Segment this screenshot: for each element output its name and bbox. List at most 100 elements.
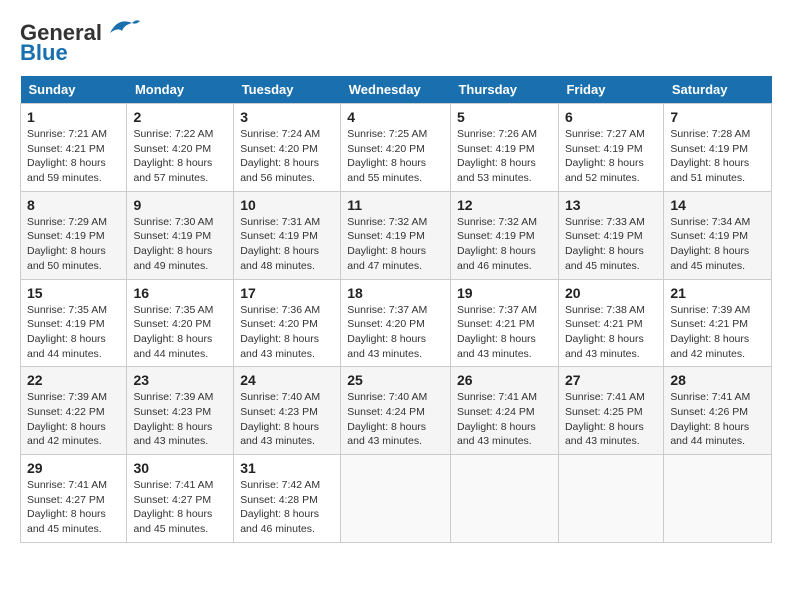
day-number: 25 (347, 372, 444, 388)
day-info: Sunrise: 7:40 AM Sunset: 4:24 PM Dayligh… (347, 390, 444, 449)
day-number: 9 (133, 197, 227, 213)
day-info: Sunrise: 7:41 AM Sunset: 4:26 PM Dayligh… (670, 390, 765, 449)
sunset-label: Sunset: 4:21 PM (457, 318, 535, 330)
calendar-cell: 23 Sunrise: 7:39 AM Sunset: 4:23 PM Dayl… (127, 367, 234, 455)
day-number: 22 (27, 372, 120, 388)
sunrise-label: Sunrise: 7:35 AM (133, 304, 213, 316)
day-info: Sunrise: 7:29 AM Sunset: 4:19 PM Dayligh… (27, 215, 120, 274)
calendar-cell: 1 Sunrise: 7:21 AM Sunset: 4:21 PM Dayli… (21, 104, 127, 192)
day-info: Sunrise: 7:37 AM Sunset: 4:20 PM Dayligh… (347, 303, 444, 362)
sunrise-label: Sunrise: 7:29 AM (27, 216, 107, 228)
daylight-label: Daylight: 8 hours and 52 minutes. (565, 157, 644, 184)
calendar-cell: 6 Sunrise: 7:27 AM Sunset: 4:19 PM Dayli… (558, 104, 663, 192)
calendar-cell: 24 Sunrise: 7:40 AM Sunset: 4:23 PM Dayl… (234, 367, 341, 455)
calendar-cell: 22 Sunrise: 7:39 AM Sunset: 4:22 PM Dayl… (21, 367, 127, 455)
sunset-label: Sunset: 4:20 PM (240, 143, 318, 155)
sunrise-label: Sunrise: 7:35 AM (27, 304, 107, 316)
day-info: Sunrise: 7:37 AM Sunset: 4:21 PM Dayligh… (457, 303, 552, 362)
daylight-label: Daylight: 8 hours and 47 minutes. (347, 245, 426, 272)
calendar-cell: 18 Sunrise: 7:37 AM Sunset: 4:20 PM Dayl… (341, 279, 451, 367)
calendar-cell: 2 Sunrise: 7:22 AM Sunset: 4:20 PM Dayli… (127, 104, 234, 192)
calendar-cell: 7 Sunrise: 7:28 AM Sunset: 4:19 PM Dayli… (664, 104, 772, 192)
day-number: 11 (347, 197, 444, 213)
sunset-label: Sunset: 4:26 PM (670, 406, 748, 418)
day-info: Sunrise: 7:39 AM Sunset: 4:23 PM Dayligh… (133, 390, 227, 449)
sunset-label: Sunset: 4:19 PM (565, 143, 643, 155)
sunrise-label: Sunrise: 7:42 AM (240, 479, 320, 491)
calendar-cell: 5 Sunrise: 7:26 AM Sunset: 4:19 PM Dayli… (450, 104, 558, 192)
day-number: 3 (240, 109, 334, 125)
day-info: Sunrise: 7:32 AM Sunset: 4:19 PM Dayligh… (347, 215, 444, 274)
day-number: 17 (240, 285, 334, 301)
day-number: 26 (457, 372, 552, 388)
calendar-cell: 29 Sunrise: 7:41 AM Sunset: 4:27 PM Dayl… (21, 455, 127, 543)
sunrise-label: Sunrise: 7:40 AM (240, 391, 320, 403)
sunrise-label: Sunrise: 7:24 AM (240, 128, 320, 140)
sunset-label: Sunset: 4:20 PM (240, 318, 318, 330)
calendar-cell (341, 455, 451, 543)
sunset-label: Sunset: 4:21 PM (565, 318, 643, 330)
calendar-cell: 12 Sunrise: 7:32 AM Sunset: 4:19 PM Dayl… (450, 191, 558, 279)
sunset-label: Sunset: 4:27 PM (27, 494, 105, 506)
day-info: Sunrise: 7:33 AM Sunset: 4:19 PM Dayligh… (565, 215, 657, 274)
calendar-cell: 16 Sunrise: 7:35 AM Sunset: 4:20 PM Dayl… (127, 279, 234, 367)
sunrise-label: Sunrise: 7:39 AM (670, 304, 750, 316)
day-number: 16 (133, 285, 227, 301)
calendar-cell: 28 Sunrise: 7:41 AM Sunset: 4:26 PM Dayl… (664, 367, 772, 455)
day-number: 31 (240, 460, 334, 476)
day-number: 8 (27, 197, 120, 213)
sunrise-label: Sunrise: 7:22 AM (133, 128, 213, 140)
sunrise-label: Sunrise: 7:28 AM (670, 128, 750, 140)
daylight-label: Daylight: 8 hours and 42 minutes. (670, 333, 749, 360)
sunrise-label: Sunrise: 7:32 AM (347, 216, 427, 228)
daylight-label: Daylight: 8 hours and 42 minutes. (27, 421, 106, 448)
day-number: 5 (457, 109, 552, 125)
day-number: 14 (670, 197, 765, 213)
sunset-label: Sunset: 4:19 PM (670, 230, 748, 242)
column-header-monday: Monday (127, 76, 234, 104)
calendar-cell (664, 455, 772, 543)
day-number: 15 (27, 285, 120, 301)
sunrise-label: Sunrise: 7:21 AM (27, 128, 107, 140)
column-header-tuesday: Tuesday (234, 76, 341, 104)
sunset-label: Sunset: 4:19 PM (457, 143, 535, 155)
sunset-label: Sunset: 4:23 PM (133, 406, 211, 418)
day-info: Sunrise: 7:26 AM Sunset: 4:19 PM Dayligh… (457, 127, 552, 186)
calendar-cell: 21 Sunrise: 7:39 AM Sunset: 4:21 PM Dayl… (664, 279, 772, 367)
day-info: Sunrise: 7:32 AM Sunset: 4:19 PM Dayligh… (457, 215, 552, 274)
sunset-label: Sunset: 4:21 PM (27, 143, 105, 155)
daylight-label: Daylight: 8 hours and 45 minutes. (565, 245, 644, 272)
day-info: Sunrise: 7:41 AM Sunset: 4:24 PM Dayligh… (457, 390, 552, 449)
day-number: 4 (347, 109, 444, 125)
sunset-label: Sunset: 4:19 PM (133, 230, 211, 242)
sunset-label: Sunset: 4:20 PM (133, 318, 211, 330)
calendar-cell: 4 Sunrise: 7:25 AM Sunset: 4:20 PM Dayli… (341, 104, 451, 192)
sunset-label: Sunset: 4:20 PM (347, 318, 425, 330)
day-info: Sunrise: 7:31 AM Sunset: 4:19 PM Dayligh… (240, 215, 334, 274)
sunset-label: Sunset: 4:25 PM (565, 406, 643, 418)
day-number: 24 (240, 372, 334, 388)
day-info: Sunrise: 7:41 AM Sunset: 4:27 PM Dayligh… (27, 478, 120, 537)
column-header-wednesday: Wednesday (341, 76, 451, 104)
day-info: Sunrise: 7:38 AM Sunset: 4:21 PM Dayligh… (565, 303, 657, 362)
daylight-label: Daylight: 8 hours and 50 minutes. (27, 245, 106, 272)
sunrise-label: Sunrise: 7:40 AM (347, 391, 427, 403)
sunset-label: Sunset: 4:20 PM (133, 143, 211, 155)
sunrise-label: Sunrise: 7:33 AM (565, 216, 645, 228)
day-number: 6 (565, 109, 657, 125)
day-number: 20 (565, 285, 657, 301)
sunrise-label: Sunrise: 7:32 AM (457, 216, 537, 228)
sunset-label: Sunset: 4:21 PM (670, 318, 748, 330)
sunset-label: Sunset: 4:28 PM (240, 494, 318, 506)
day-info: Sunrise: 7:42 AM Sunset: 4:28 PM Dayligh… (240, 478, 334, 537)
daylight-label: Daylight: 8 hours and 46 minutes. (457, 245, 536, 272)
daylight-label: Daylight: 8 hours and 44 minutes. (133, 333, 212, 360)
day-number: 18 (347, 285, 444, 301)
sunset-label: Sunset: 4:19 PM (240, 230, 318, 242)
sunset-label: Sunset: 4:22 PM (27, 406, 105, 418)
sunrise-label: Sunrise: 7:27 AM (565, 128, 645, 140)
sunset-label: Sunset: 4:19 PM (27, 230, 105, 242)
day-info: Sunrise: 7:40 AM Sunset: 4:23 PM Dayligh… (240, 390, 334, 449)
calendar-cell: 19 Sunrise: 7:37 AM Sunset: 4:21 PM Dayl… (450, 279, 558, 367)
day-info: Sunrise: 7:35 AM Sunset: 4:19 PM Dayligh… (27, 303, 120, 362)
